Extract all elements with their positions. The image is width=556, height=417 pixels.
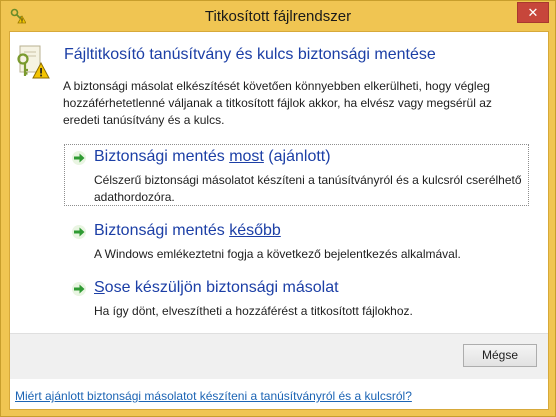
certificate-key-warning-icon xyxy=(14,44,50,80)
option-description: Célszerű biztonsági másolatot készíteni … xyxy=(94,173,522,204)
dialog-description: A biztonsági másolat elkészítését követő… xyxy=(63,79,492,127)
dialog-content: Fájltitkosító tanúsítvány és kulcs bizto… xyxy=(9,31,549,410)
green-arrow-icon xyxy=(71,281,87,297)
green-arrow-icon xyxy=(71,150,87,166)
dialog-heading: Fájltitkosító tanúsítvány és kulcs bizto… xyxy=(64,46,436,63)
dialog-window: Titkosított fájlrendszer ✕ Fájltitkosító… xyxy=(0,0,556,417)
option-title: Biztonsági mentés később xyxy=(94,222,281,239)
button-bar: Mégse xyxy=(10,333,548,379)
window-title: Titkosított fájlrendszer xyxy=(204,8,352,25)
option-backup-later[interactable]: Biztonsági mentés később A Windows emlék… xyxy=(64,218,529,266)
option-backup-now[interactable]: Biztonsági mentés most (ajánlott) Célsze… xyxy=(64,144,529,206)
close-icon: ✕ xyxy=(527,5,539,20)
close-button[interactable]: ✕ xyxy=(517,2,549,23)
option-description: Ha így dönt, elveszítheti a hozzáférést … xyxy=(94,304,413,318)
option-title: Biztonsági mentés most (ajánlott) xyxy=(94,148,331,165)
option-never-backup[interactable]: Sose készüljön biztonsági másolat Ha így… xyxy=(64,275,529,323)
help-link[interactable]: Miért ajánlott biztonsági másolatot kész… xyxy=(15,389,412,403)
cancel-button[interactable]: Mégse xyxy=(463,344,537,367)
option-description: A Windows emlékeztetni fogja a következő… xyxy=(94,247,461,261)
green-arrow-icon xyxy=(71,224,87,240)
title-bar[interactable]: Titkosított fájlrendszer ✕ xyxy=(1,1,555,31)
option-title: Sose készüljön biztonsági másolat xyxy=(94,279,339,296)
